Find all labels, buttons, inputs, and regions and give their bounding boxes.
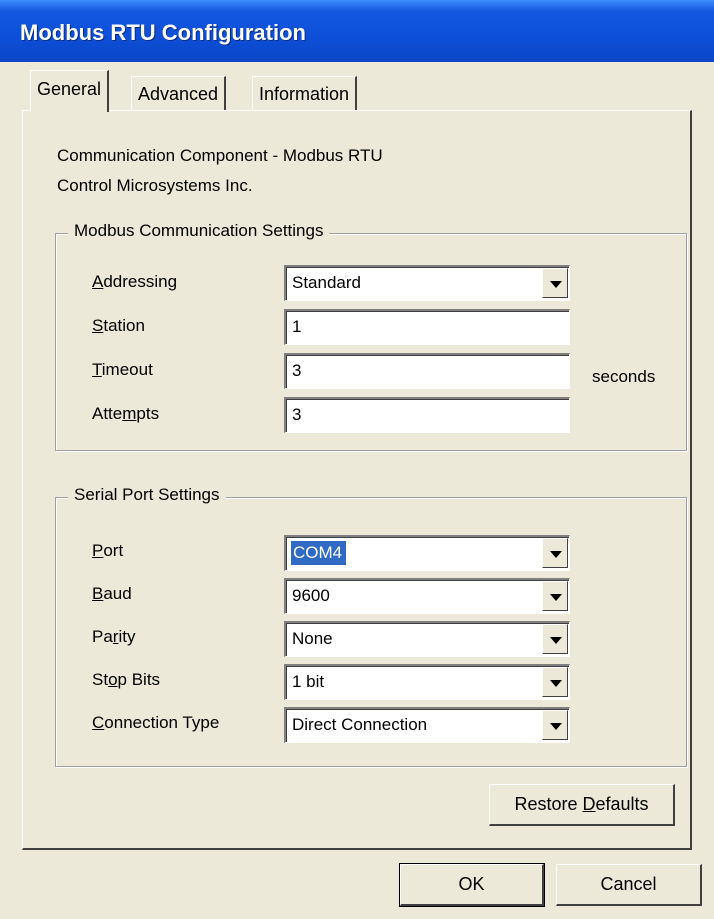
chevron-down-icon — [550, 637, 562, 644]
connection-type-label: Connection Type — [92, 713, 220, 732]
baud-dropdown-button[interactable] — [542, 581, 568, 611]
timeout-value: 3 — [292, 361, 302, 380]
station-label: Station — [92, 316, 145, 335]
timeout-input[interactable]: 3 — [284, 353, 570, 389]
attempts-input[interactable]: 3 — [284, 397, 570, 433]
serial-port-settings-group: Serial Port Settings Port COM4 Baud 9600… — [55, 485, 687, 767]
vendor-name: Control Microsystems Inc. — [57, 176, 253, 195]
chevron-down-icon — [550, 281, 562, 288]
restore-defaults-button[interactable]: Restore Defaults — [489, 784, 675, 826]
dialog-window: Modbus RTU Configuration General Advance… — [0, 0, 714, 919]
stop-bits-value: 1 bit — [292, 672, 325, 691]
stop-bits-select[interactable]: 1 bit — [284, 664, 570, 700]
title-bar[interactable]: Modbus RTU Configuration — [0, 0, 714, 62]
timeout-unit: seconds — [592, 367, 656, 386]
chevron-down-icon — [550, 680, 562, 687]
port-value: COM4 — [291, 541, 347, 565]
window-title: Modbus RTU Configuration — [20, 20, 306, 45]
connection-type-dropdown-button[interactable] — [542, 710, 568, 740]
parity-select[interactable]: None — [284, 621, 570, 657]
connection-type-select[interactable]: Direct Connection — [284, 707, 570, 743]
ok-button[interactable]: OK — [399, 863, 545, 907]
tab-general-label: General — [37, 79, 102, 99]
station-value: 1 — [292, 317, 302, 336]
attempts-value: 3 — [292, 405, 302, 424]
modbus-settings-group: Modbus Communication Settings Addressing… — [55, 221, 687, 451]
port-select[interactable]: COM4 — [284, 535, 570, 571]
addressing-value: Standard — [292, 273, 361, 292]
component-name: Communication Component - Modbus RTU — [57, 146, 383, 165]
tab-general[interactable]: General — [30, 70, 110, 112]
parity-value: None — [292, 629, 333, 648]
tab-information-label: Information — [259, 84, 350, 104]
tab-information[interactable]: Information — [252, 76, 358, 110]
modbus-group-title: Modbus Communication Settings — [68, 221, 330, 241]
addressing-label: Addressing — [92, 272, 178, 291]
stop-bits-label: Stop Bits — [92, 670, 161, 689]
station-input[interactable]: 1 — [284, 309, 570, 345]
port-dropdown-button[interactable] — [542, 538, 568, 568]
attempts-label: Attempts — [92, 404, 160, 423]
chevron-down-icon — [550, 551, 562, 558]
cancel-button-label: Cancel — [600, 874, 657, 894]
cancel-button[interactable]: Cancel — [556, 864, 702, 906]
tab-advanced[interactable]: Advanced — [131, 76, 227, 110]
ok-button-label: OK — [458, 874, 485, 894]
general-tab-panel: Communication Component - Modbus RTU Con… — [22, 110, 692, 850]
serial-group-title: Serial Port Settings — [68, 485, 226, 505]
connection-type-value: Direct Connection — [292, 715, 428, 734]
chevron-down-icon — [550, 594, 562, 601]
port-label: Port — [92, 541, 124, 560]
addressing-select[interactable]: Standard — [284, 265, 570, 301]
chevron-down-icon — [550, 723, 562, 730]
baud-label: Baud — [92, 584, 132, 603]
stop-bits-dropdown-button[interactable] — [542, 667, 568, 697]
addressing-dropdown-button[interactable] — [542, 268, 568, 298]
tab-advanced-label: Advanced — [138, 84, 219, 104]
parity-dropdown-button[interactable] — [542, 624, 568, 654]
baud-value: 9600 — [292, 586, 330, 605]
baud-select[interactable]: 9600 — [284, 578, 570, 614]
timeout-label: Timeout — [92, 360, 153, 379]
parity-label: Parity — [92, 627, 136, 646]
